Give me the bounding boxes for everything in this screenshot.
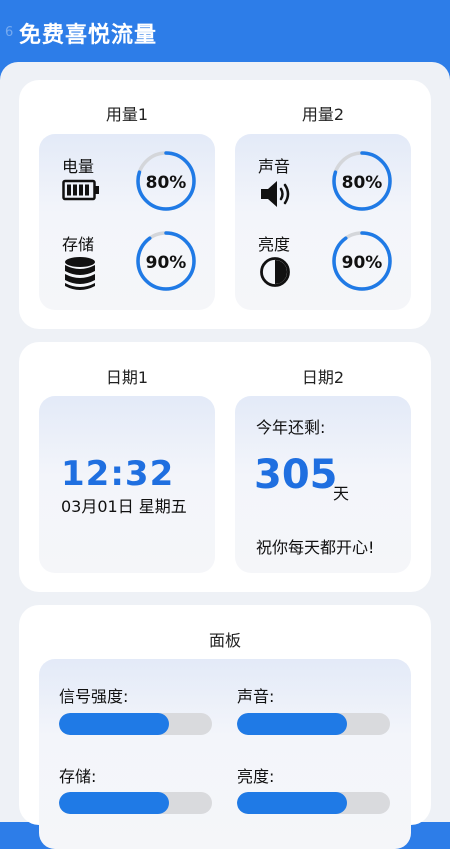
signal-bar-fill (59, 713, 170, 735)
remain-days: 305 (254, 452, 338, 498)
storage-bar-label: 存储: (59, 767, 97, 786)
battery-percent: 80% (145, 173, 187, 193)
title-bar: 6 免费喜悦流量 (0, 0, 450, 62)
clock-time: 12:32 (61, 454, 175, 494)
remain-unit: 天 (333, 484, 350, 503)
brightness-bar-fill (237, 792, 348, 814)
panel-title: 面板 (208, 631, 241, 650)
sound-bar-label: 声音: (237, 687, 275, 706)
date-card: 日期1 日期2 12:32 03月01日 星期五 今年还剩: 305 天 祝你每… (19, 342, 431, 592)
brightness-bar[interactable] (237, 792, 390, 814)
countdown-tile[interactable]: 今年还剩: 305 天 祝你每天都开心! (235, 396, 411, 573)
remain-label: 今年还剩: (256, 418, 326, 437)
brightness-label: 亮度 (258, 235, 291, 254)
brightness-icon (259, 256, 291, 292)
status-time: 6 (5, 25, 14, 40)
clock-tile[interactable]: 12:32 03月01日 星期五 (39, 396, 215, 573)
usage-col2-title: 用量2 (301, 105, 345, 124)
sound-bar-fill (237, 713, 348, 735)
app-title: 免费喜悦流量 (19, 23, 158, 48)
storage-percent: 90% (145, 253, 187, 273)
speaker-icon (259, 179, 295, 213)
usage-card: 用量1 用量2 电量 80% 存储 90% 声音 80% 亮度 90% (19, 80, 431, 329)
signal-label: 信号强度: (59, 687, 129, 706)
date-text: 03月01日 星期五 (61, 497, 187, 516)
usage-col1-title: 用量1 (105, 105, 149, 124)
panel-tile: 信号强度: 声音: 存储: 亮度: (39, 659, 411, 849)
usage-tile-2[interactable]: 声音 80% 亮度 90% (235, 134, 411, 310)
brightness-bar-label: 亮度: (237, 767, 275, 786)
battery-icon (62, 179, 100, 205)
usage-tile-1[interactable]: 电量 80% 存储 90% (39, 134, 215, 310)
brightness-percent: 90% (341, 253, 383, 273)
signal-bar[interactable] (59, 713, 212, 735)
wish-text: 祝你每天都开心! (256, 538, 375, 557)
database-icon (63, 256, 97, 296)
sound-label: 声音 (258, 157, 291, 176)
battery-label: 电量 (62, 157, 95, 176)
storage-bar-fill (59, 792, 170, 814)
panel-card: 面板 信号强度: 声音: 存储: 亮度: (19, 605, 431, 849)
storage-label: 存储 (62, 235, 95, 254)
storage-bar[interactable] (59, 792, 212, 814)
date-col1-title: 日期1 (105, 368, 149, 387)
date-col2-title: 日期2 (301, 368, 345, 387)
sound-bar[interactable] (237, 713, 390, 735)
sound-percent: 80% (341, 173, 383, 193)
